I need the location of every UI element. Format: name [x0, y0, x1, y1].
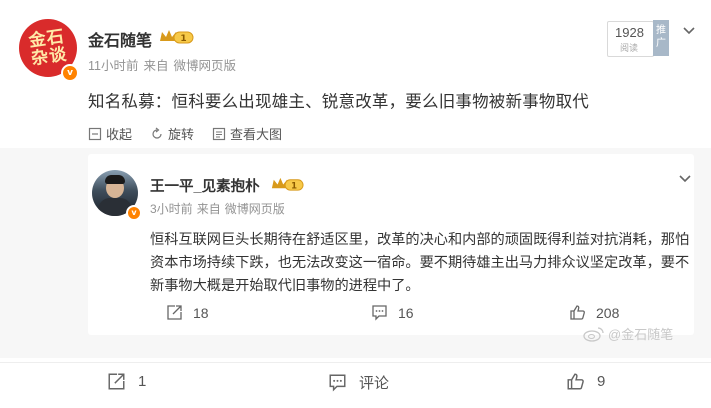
collapse-icon — [88, 127, 102, 140]
thumbs-up-icon — [567, 373, 584, 390]
share-count: 1 — [138, 373, 147, 390]
weibo-logo-icon — [583, 326, 604, 342]
avatar-calligraphy: 金石杂谈 — [27, 26, 69, 70]
read-label: 阅读 — [620, 43, 639, 53]
weibo-watermark: @金石随笔 — [583, 324, 673, 343]
rotate-label: 旋转 — [168, 127, 195, 142]
repost-time[interactable]: 3小时前 — [150, 202, 193, 216]
comment-button[interactable]: 评论 — [328, 372, 389, 393]
share-button[interactable]: 1 — [107, 372, 146, 391]
weibo-post-card: 金石杂谈 v 金石随笔 1 11小时前 来自 微博网页版 1928 阅读 推广 知名… — [0, 0, 711, 408]
watermark-text: @金石随笔 — [608, 327, 674, 342]
zoom-image-icon — [212, 127, 226, 140]
chevron-down-icon[interactable] — [682, 24, 696, 38]
repost-meta: 3小时前 来自 微博网页版 — [150, 200, 289, 217]
repost-comment-count: 16 — [398, 304, 414, 321]
share-icon — [167, 305, 182, 320]
member-level: 1 — [180, 34, 186, 44]
post-action-bar: 1 评论 9 — [0, 370, 711, 398]
repost-verified-badge-icon: v — [126, 205, 142, 221]
view-large-button[interactable]: 查看大图 — [212, 124, 282, 143]
comment-icon — [372, 305, 387, 321]
read-count-box: 1928 阅读 — [607, 21, 654, 57]
like-button[interactable]: 9 — [566, 372, 605, 391]
image-actions: 收起 旋转 查看大图 — [88, 124, 300, 143]
rotate-button[interactable]: 旋转 — [150, 124, 194, 143]
repost-share-count: 18 — [193, 304, 209, 321]
post-meta: 11小时前 来自 微博网页版 — [88, 55, 241, 74]
repost-source-prefix: 来自 — [196, 202, 221, 216]
repost-like-button[interactable]: 208 — [569, 304, 619, 321]
promote-button[interactable]: 推广 — [653, 20, 669, 56]
collapse-label: 收起 — [106, 127, 133, 142]
repost-chevron-down-icon[interactable] — [678, 172, 692, 186]
repost-author-name[interactable]: 王一平_见素抱朴 — [150, 175, 260, 196]
comment-label: 评论 — [359, 375, 390, 392]
repost-share-button[interactable]: 18 — [166, 304, 209, 321]
member-crown-icon[interactable]: 1 — [158, 28, 194, 46]
repost-member-crown-icon[interactable]: 1 — [270, 176, 304, 193]
verified-badge-icon: v — [61, 64, 79, 82]
repost-source[interactable]: 微博网页版 — [225, 202, 285, 216]
rotate-icon — [152, 127, 162, 139]
author-name[interactable]: 金石随笔 — [88, 27, 152, 51]
repost-comment-button[interactable]: 16 — [371, 304, 414, 321]
read-count: 1928 — [615, 25, 644, 40]
post-source[interactable]: 微博网页版 — [174, 59, 237, 73]
view-large-label: 查看大图 — [230, 127, 283, 142]
like-count: 9 — [597, 373, 606, 390]
repost-like-count: 208 — [596, 304, 620, 321]
source-prefix: 来自 — [143, 59, 169, 73]
share-icon — [108, 373, 125, 390]
repost-text: 恒科互联网巨头长期待在舒适区里，改革的决心和内部的顽固既得利益对抗消耗，那怕资本… — [150, 232, 690, 294]
action-divider — [0, 362, 711, 363]
thumbs-up-icon — [570, 305, 585, 320]
post-text: 知名私募：恒科要么出现雄主、锐意改革，要么旧事物被新事物取代 — [88, 93, 589, 111]
post-time[interactable]: 11小时前 — [88, 59, 138, 73]
repost-member-level: 1 — [291, 181, 297, 191]
comment-icon — [329, 374, 346, 392]
collapse-button[interactable]: 收起 — [88, 124, 132, 143]
